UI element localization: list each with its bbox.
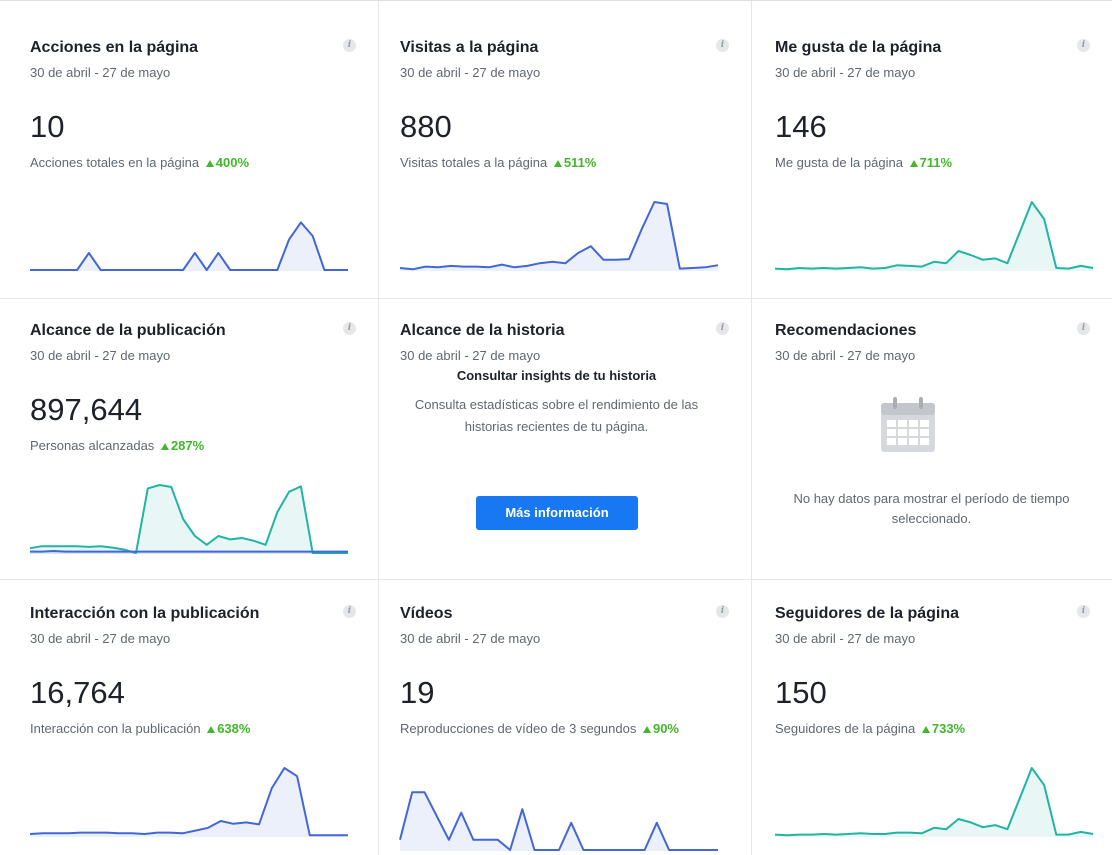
metric-value: 10 — [30, 109, 65, 144]
card-story-reach: Alcance de la historia 30 de abril - 27 … — [370, 284, 751, 579]
delta-value: 511% — [563, 155, 597, 170]
series-area — [400, 202, 718, 271]
metric-subtitle: Acciones totales en la página 400% — [30, 154, 350, 171]
up-arrow-icon — [642, 725, 651, 733]
metric-label: Reproducciones de vídeo de 3 segundos — [400, 721, 637, 736]
delta-value: 733% — [931, 721, 966, 736]
date-range: 30 de abril - 27 de mayo — [400, 348, 541, 363]
delta-badge: 90% — [640, 721, 679, 736]
card-page-likes[interactable]: Me gusta de la página 30 de abril - 27 d… — [745, 1, 1112, 298]
series-area — [775, 202, 1093, 271]
metric-label: Acciones totales en la página — [30, 155, 200, 170]
delta-value: 90% — [652, 721, 679, 736]
date-range: 30 de abril - 27 de mayo — [30, 65, 171, 80]
info-icon[interactable]: i — [1077, 39, 1090, 52]
series-area — [400, 792, 718, 851]
sparkline-chart — [399, 791, 718, 851]
delta-badge: 511% — [551, 155, 597, 170]
series-line — [30, 550, 348, 553]
up-arrow-icon — [553, 159, 562, 167]
card-page-visits[interactable]: Visitas a la página 30 de abril - 27 de … — [370, 1, 751, 298]
series-area — [30, 222, 348, 271]
metric-subtitle: Reproducciones de vídeo de 3 segundos 90… — [400, 720, 730, 737]
empty-state-message: No hay datos para mostrar el período de … — [793, 491, 1070, 526]
sparkline-chart — [30, 221, 348, 271]
card-title: Alcance de la historia — [400, 322, 565, 339]
info-icon[interactable]: i — [716, 605, 729, 618]
metric-value: 880 — [400, 109, 452, 144]
metric-label: Personas alcanzadas — [30, 438, 155, 453]
metric-label: Me gusta de la página — [775, 155, 903, 170]
up-arrow-icon — [921, 725, 930, 733]
sparkline-chart — [399, 201, 719, 271]
info-icon[interactable]: i — [343, 39, 356, 52]
card-title: Seguidores de la página — [775, 605, 960, 622]
up-arrow-icon — [207, 725, 216, 733]
sparkline-chart — [29, 767, 348, 837]
delta-badge: 638% — [204, 721, 250, 736]
series-area — [30, 768, 348, 837]
metric-subtitle: Interacción con la publicación 638% — [30, 720, 350, 737]
up-arrow-icon — [205, 159, 214, 167]
sparkline-chart — [29, 484, 348, 554]
delta-value: 711% — [919, 155, 953, 170]
info-icon[interactable]: i — [343, 605, 356, 618]
metric-value: 150 — [775, 675, 827, 710]
series-area — [30, 485, 348, 554]
metric-label: Seguidores de la página — [775, 721, 916, 736]
metric-value: 19 — [400, 675, 435, 710]
card-recommendations: Recomendaciones 30 de abril - 27 de mayo… — [745, 284, 1112, 579]
story-description: Consulta estadísticas sobre el rendimien… — [414, 397, 699, 434]
delta-badge: 400% — [203, 155, 249, 170]
up-arrow-icon — [160, 442, 169, 450]
date-range: 30 de abril - 27 de mayo — [400, 65, 541, 80]
date-range: 30 de abril - 27 de mayo — [775, 348, 916, 363]
sparkline-chart — [774, 201, 1094, 271]
info-icon[interactable]: i — [1077, 322, 1090, 335]
info-icon[interactable]: i — [716, 39, 729, 52]
delta-badge: 287% — [158, 438, 204, 453]
card-title: Alcance de la publicación — [30, 322, 226, 339]
metric-subtitle: Visitas totales a la página 511% — [400, 154, 720, 171]
delta-value: 400% — [215, 155, 249, 170]
metric-value: 16,764 — [30, 675, 125, 710]
date-range: 30 de abril - 27 de mayo — [30, 631, 171, 646]
delta-badge: 711% — [907, 155, 953, 170]
delta-value: 287% — [170, 438, 205, 453]
story-heading: Consultar insights de tu historia — [456, 368, 657, 383]
card-title: Vídeos — [400, 605, 453, 622]
sparkline-chart — [774, 767, 1094, 837]
card-title: Acciones en la página — [30, 39, 199, 56]
metric-value: 897,644 — [30, 392, 143, 427]
metric-subtitle: Personas alcanzadas 287% — [30, 437, 350, 454]
metric-label: Interacción con la publicación — [30, 721, 201, 736]
delta-value: 638% — [217, 721, 251, 736]
insights-grid: Acciones en la página 30 de abril - 27 d… — [0, 0, 1112, 855]
up-arrow-icon — [909, 159, 918, 167]
info-icon[interactable]: i — [716, 322, 729, 335]
date-range: 30 de abril - 27 de mayo — [30, 348, 171, 363]
date-range: 30 de abril - 27 de mayo — [775, 631, 916, 646]
metric-subtitle: Me gusta de la página 711% — [775, 154, 1095, 171]
date-range: 30 de abril - 27 de mayo — [775, 65, 916, 80]
card-title: Visitas a la página — [400, 39, 539, 56]
card-title: Interacción con la publicación — [30, 605, 260, 622]
card-title: Me gusta de la página — [775, 39, 942, 56]
card-page-actions[interactable]: Acciones en la página 30 de abril - 27 d… — [0, 1, 378, 298]
more-info-button[interactable]: Más información — [476, 496, 638, 530]
metric-label: Visitas totales a la página — [400, 155, 548, 170]
card-page-followers[interactable]: Seguidores de la página 30 de abril - 27… — [745, 567, 1112, 855]
card-title: Recomendaciones — [775, 322, 917, 339]
calendar-icon — [881, 397, 935, 452]
date-range: 30 de abril - 27 de mayo — [400, 631, 541, 646]
metric-value: 146 — [775, 109, 827, 144]
card-post-engagement[interactable]: Interacción con la publicación 30 de abr… — [0, 567, 378, 855]
metric-subtitle: Seguidores de la página 733% — [775, 720, 1095, 737]
series-area — [775, 768, 1093, 837]
delta-badge: 733% — [919, 721, 965, 736]
card-post-reach[interactable]: Alcance de la publicación 30 de abril - … — [0, 284, 378, 579]
card-videos[interactable]: Vídeos 30 de abril - 27 de mayo i 19 Rep… — [370, 567, 751, 855]
info-icon[interactable]: i — [343, 322, 356, 335]
info-icon[interactable]: i — [1077, 605, 1090, 618]
